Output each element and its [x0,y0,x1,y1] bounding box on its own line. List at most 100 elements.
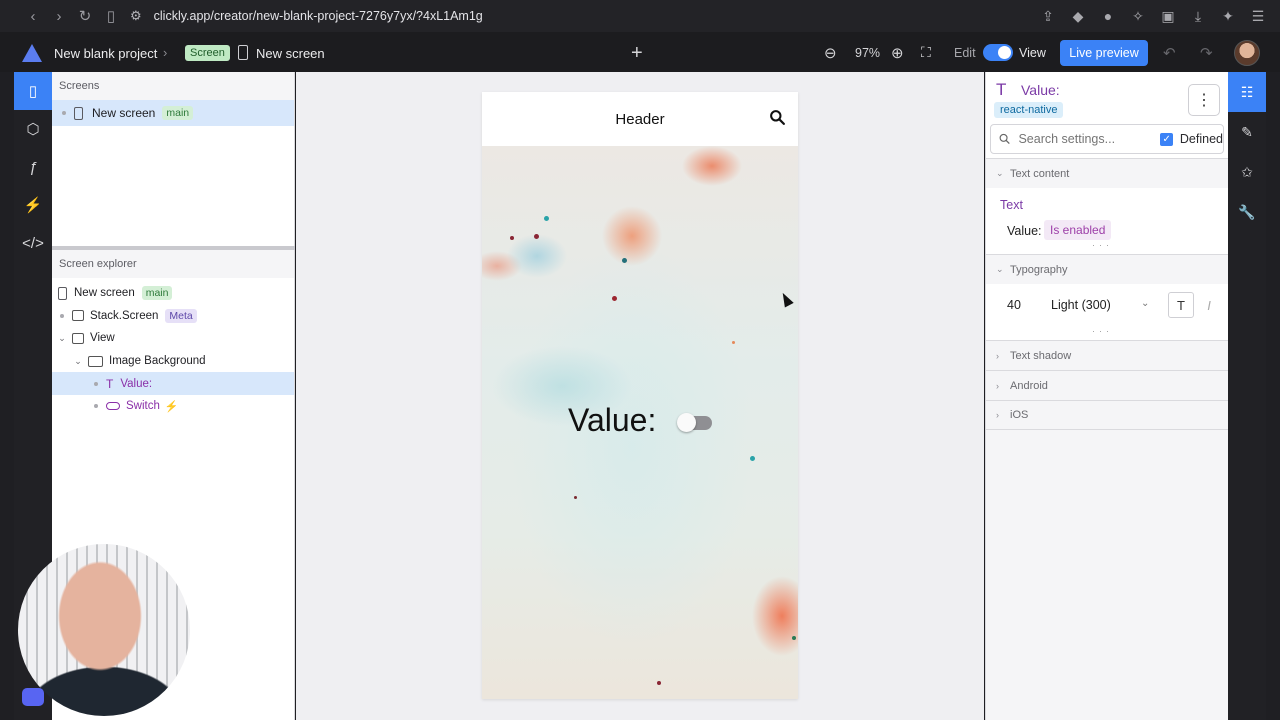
screen-list-item[interactable]: New screen main [52,100,294,126]
switch-element[interactable] [677,413,712,432]
functions-tool-icon[interactable]: ƒ [14,148,52,186]
search-icon[interactable] [769,109,786,126]
phone-icon [58,286,67,300]
view-mode-label: View [1019,46,1046,60]
live-preview-button[interactable]: Live preview [1060,40,1148,66]
stack-icon [72,310,84,322]
font-size-input[interactable]: 40 [1007,298,1021,312]
more-options-icon[interactable]: ⋮ [1188,84,1220,116]
screens-panel-title: Screens [52,72,294,100]
section-text-content[interactable]: ⌄ Text content [986,158,1228,188]
resize-dots[interactable]: ··· [1092,326,1113,336]
fit-screen-icon[interactable]: ⛶ [921,44,931,61]
resize-dots[interactable]: ··· [1092,240,1113,250]
explorer-panel-title: Screen explorer [52,250,294,278]
section-title: Text shadow [1010,349,1072,362]
italic-icon[interactable]: I [1196,292,1222,318]
screens-tool-icon[interactable]: ▯ [14,72,52,110]
animation-icon[interactable]: ✩ [1228,152,1266,192]
discord-icon[interactable] [22,688,44,706]
defined-checkbox[interactable]: ✓ [1160,132,1173,146]
download-icon[interactable]: ⤓ [1186,3,1210,29]
redo-icon[interactable]: ↷ [1200,44,1213,62]
extensions-icon[interactable]: ✧ [1126,3,1150,29]
app-logo-icon[interactable] [22,44,42,62]
chevron-down-icon: ⌄ [996,168,1004,178]
shield-icon[interactable]: ◆ [1066,3,1090,29]
screen-list-item-label: New screen [92,106,156,120]
zoom-in-icon[interactable]: ⊕ [891,44,904,62]
undo-icon[interactable]: ↶ [1163,44,1176,62]
section-android[interactable]: › Android [986,370,1228,400]
phone-icon [238,45,248,60]
tree-row-switch[interactable]: Switch ⚡ [52,395,294,418]
user-avatar[interactable] [1234,40,1260,66]
chevron-down-icon[interactable]: ⌄ [1141,298,1149,309]
section-ios[interactable]: › iOS [986,400,1228,430]
image-icon [88,355,103,367]
bullet-icon [60,313,64,318]
address-bar[interactable]: ⚙ clickly.app/creator/new-blank-project-… [130,3,1080,29]
section-text-shadow[interactable]: › Text shadow [986,340,1228,370]
presenter-webcam [18,544,190,716]
tree-row-stack-screen[interactable]: Stack.Screen Meta [52,305,294,328]
project-name[interactable]: New blank project [54,46,157,61]
value-binding-pill[interactable]: Is enabled [1044,220,1112,240]
defined-label: Defined [1179,132,1223,146]
tree-row-label: Switch [126,400,160,413]
bullet-icon [94,404,98,409]
switch-icon [106,402,120,411]
url-text: clickly.app/creator/new-blank-project-72… [153,9,483,23]
edit-view-toggle[interactable] [983,44,1013,61]
paint-speck [612,296,617,301]
phone-header: Header [482,92,798,146]
tree-row-new-screen[interactable]: New screen main [52,282,294,305]
inspector-title: Value: [1021,82,1060,98]
tree-row-image-background[interactable]: ⌄ Image Background [52,350,294,373]
zoom-out-icon[interactable]: ⊖ [824,44,837,62]
properties-sliders-icon[interactable]: ☷ [1228,72,1266,112]
tree-row-value-text[interactable]: T Value: [52,372,294,395]
site-settings-icon[interactable]: ⚙ [130,8,142,24]
phone-header-title: Header [615,110,665,128]
right-tool-rail: ☷ ✎ ✩ 🔧 [1228,72,1266,720]
view-box-icon [72,332,84,344]
main-tag: main [162,106,194,120]
add-icon[interactable]: + [631,42,643,65]
main-tag: main [141,286,173,301]
style-brush-icon[interactable]: ✎ [1228,112,1266,152]
window-icon[interactable]: ▣ [1156,3,1180,29]
chevron-right-icon: › [996,380,999,391]
components-tool-icon[interactable]: ⬡ [14,110,52,148]
meta-tag: Meta [165,308,197,323]
current-screen-name[interactable]: New screen [256,46,325,61]
code-tool-icon[interactable]: </> [14,224,52,262]
sparkle-icon[interactable]: ✦ [1216,3,1240,29]
screen-type-badge: Screen [185,45,230,61]
platform-badge: react-native [994,102,1064,118]
section-title: Typography [1010,263,1068,276]
menu-icon[interactable]: ☰ [1246,3,1270,29]
value-text-element[interactable]: Value: [568,402,656,439]
wrench-icon[interactable]: 🔧 [1228,192,1266,232]
text-type-icon: T [106,376,114,391]
chevron-down-icon[interactable]: ⌄ [56,333,68,344]
typography-body: 40 Light (300) ⌄ T I ··· [986,284,1228,340]
share-icon[interactable]: ⇪ [1036,3,1060,29]
settings-search-input[interactable] [1018,132,1149,146]
edit-mode-label: Edit [954,46,976,60]
tree-row-label: Stack.Screen [90,309,159,322]
bookmark-icon[interactable]: ▯ [98,3,124,29]
text-format-icon[interactable]: T [1168,292,1194,318]
profile-icon[interactable]: ● [1096,3,1120,29]
font-weight-select[interactable]: Light (300) [1051,298,1111,312]
actions-tool-icon[interactable]: ⚡ [14,186,52,224]
back-icon[interactable]: ‹ [20,3,46,29]
tree-row-view[interactable]: ⌄ View [52,327,294,350]
reload-icon[interactable]: ↻ [72,3,98,29]
zoom-level[interactable]: 97% [855,46,880,60]
browser-toolbar: ‹ › ↻ ▯ ⚙ clickly.app/creator/new-blank-… [0,0,1280,32]
section-typography[interactable]: ⌄ Typography [986,254,1228,284]
forward-icon[interactable]: › [46,3,72,29]
chevron-down-icon[interactable]: ⌄ [72,356,84,367]
